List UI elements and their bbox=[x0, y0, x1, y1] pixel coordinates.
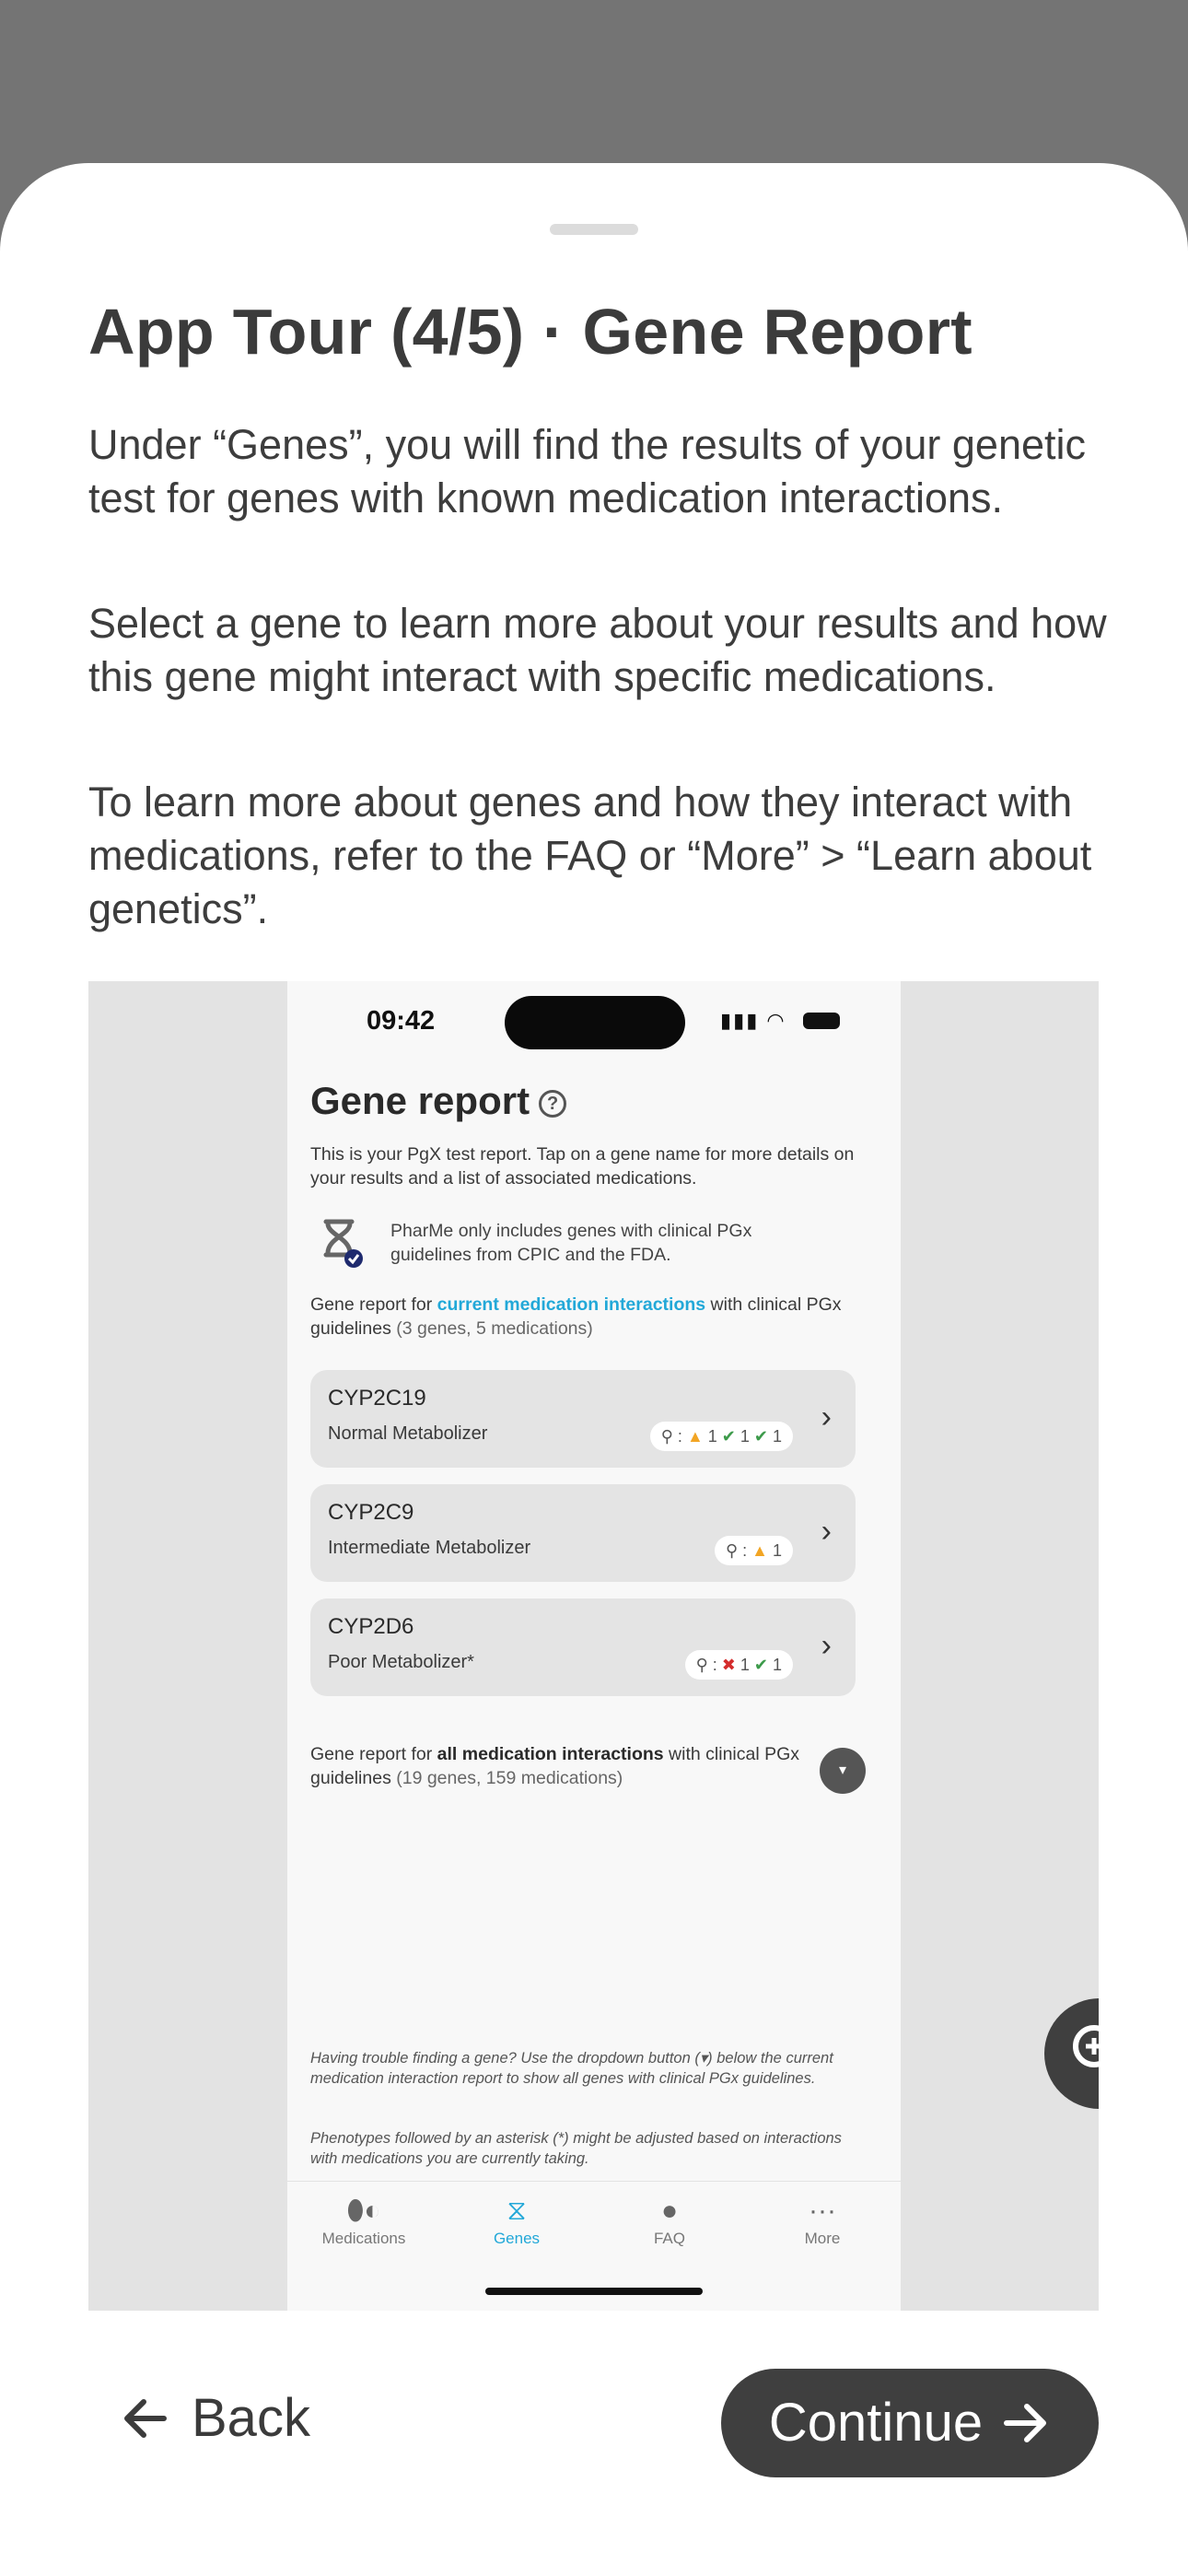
gene-report-heading: Gene report? bbox=[310, 1079, 567, 1123]
arrow-right-icon bbox=[1004, 2403, 1047, 2442]
signal-wifi-icon: ▮▮▮ ◠ bbox=[720, 1009, 786, 1032]
gene-name: CYP2D6 bbox=[328, 1614, 414, 1639]
gene-phenotype: Poor Metabolizer* bbox=[328, 1652, 474, 1672]
current-interactions-link: current medication interactions bbox=[437, 1294, 706, 1315]
help-icon: ? bbox=[539, 1089, 567, 1118]
zoom-in-icon bbox=[1073, 2025, 1099, 2067]
gene-card-cyp2c19: CYP2C19 Normal Metabolizer ⚲ : ▲ 1 ✔ 1 ✔… bbox=[310, 1370, 856, 1468]
pharme-note: PharMe only includes genes with clinical… bbox=[390, 1221, 752, 1265]
chevron-right-icon: › bbox=[821, 1628, 832, 1663]
dna-icon: ⧖ bbox=[507, 2195, 527, 2226]
paragraph-genes: Under “Genes”, you will find the results… bbox=[88, 421, 1087, 521]
chevron-right-icon: › bbox=[821, 1514, 832, 1549]
back-button[interactable]: Back bbox=[120, 2377, 310, 2460]
tab-medications: ⬮◐ Medications bbox=[287, 2193, 440, 2248]
current-interactions-header: Gene report for current medication inter… bbox=[310, 1294, 842, 1339]
battery-icon bbox=[803, 1013, 840, 1029]
lightbulb-icon: ● bbox=[660, 2195, 679, 2226]
tour-screenshot: 09:42 ▮▮▮ ◠ Gene report? This is your Pg… bbox=[88, 981, 1099, 2311]
interaction-badge: ⚲ : ✖ 1 ✔ 1 bbox=[684, 1650, 793, 1680]
paragraph-learn-more: To learn more about genes and how they i… bbox=[88, 779, 1092, 932]
gene-report-intro: This is your PgX test report. Tap on a g… bbox=[310, 1144, 855, 1188]
gene-card-cyp2c9: CYP2C9 Intermediate Metabolizer ⚲ : ▲ 1 … bbox=[310, 1484, 856, 1582]
home-indicator bbox=[485, 2288, 703, 2295]
gene-name: CYP2C19 bbox=[328, 1386, 426, 1411]
dynamic-island bbox=[505, 996, 685, 1049]
gene-phenotype: Normal Metabolizer bbox=[328, 1423, 488, 1444]
sheet-title: App Tour (4/5) · Gene Report bbox=[88, 296, 973, 368]
continue-button[interactable]: Continue bbox=[721, 2369, 1099, 2477]
dna-check-icon bbox=[323, 1219, 363, 1268]
tab-genes: ⧖ Genes bbox=[440, 2193, 593, 2248]
gene-phenotype: Intermediate Metabolizer bbox=[328, 1538, 531, 1558]
paragraph-select-gene: Select a gene to learn more about your r… bbox=[88, 600, 1107, 700]
chevron-right-icon: › bbox=[821, 1399, 832, 1434]
phone-screen: 09:42 ▮▮▮ ◠ Gene report? This is your Pg… bbox=[287, 981, 901, 2311]
drag-handle[interactable] bbox=[550, 224, 638, 235]
bottom-sheet: App Tour (4/5) · Gene Report Under “Gene… bbox=[0, 163, 1188, 2576]
tab-more: ··· More bbox=[746, 2193, 899, 2248]
pills-icon: ⬮◐ bbox=[346, 2195, 381, 2226]
footnote-asterisk: Phenotypes followed by an asterisk (*) m… bbox=[310, 2130, 842, 2167]
back-label: Back bbox=[192, 2388, 310, 2448]
arrow-left-icon bbox=[124, 2398, 167, 2438]
zoom-in-button[interactable] bbox=[1044, 1998, 1099, 2109]
continue-label: Continue bbox=[768, 2393, 984, 2453]
gene-card-cyp2d6: CYP2D6 Poor Metabolizer* ⚲ : ✖ 1 ✔ 1 › bbox=[310, 1598, 856, 1696]
gene-name: CYP2C9 bbox=[328, 1500, 414, 1525]
interaction-badge: ⚲ : ▲ 1 bbox=[714, 1536, 793, 1565]
interaction-badge: ⚲ : ▲ 1 ✔ 1 ✔ 1 bbox=[649, 1422, 793, 1451]
dropdown-icon: ▾ bbox=[820, 1748, 866, 1794]
footnote-dropdown: Having trouble finding a gene? Use the d… bbox=[310, 2050, 833, 2087]
status-time: 09:42 bbox=[367, 1006, 436, 1036]
ellipsis-icon: ··· bbox=[809, 2195, 836, 2226]
tab-faq: ● FAQ bbox=[593, 2193, 746, 2248]
all-interactions-header: Gene report for all medication interacti… bbox=[310, 1744, 800, 1788]
